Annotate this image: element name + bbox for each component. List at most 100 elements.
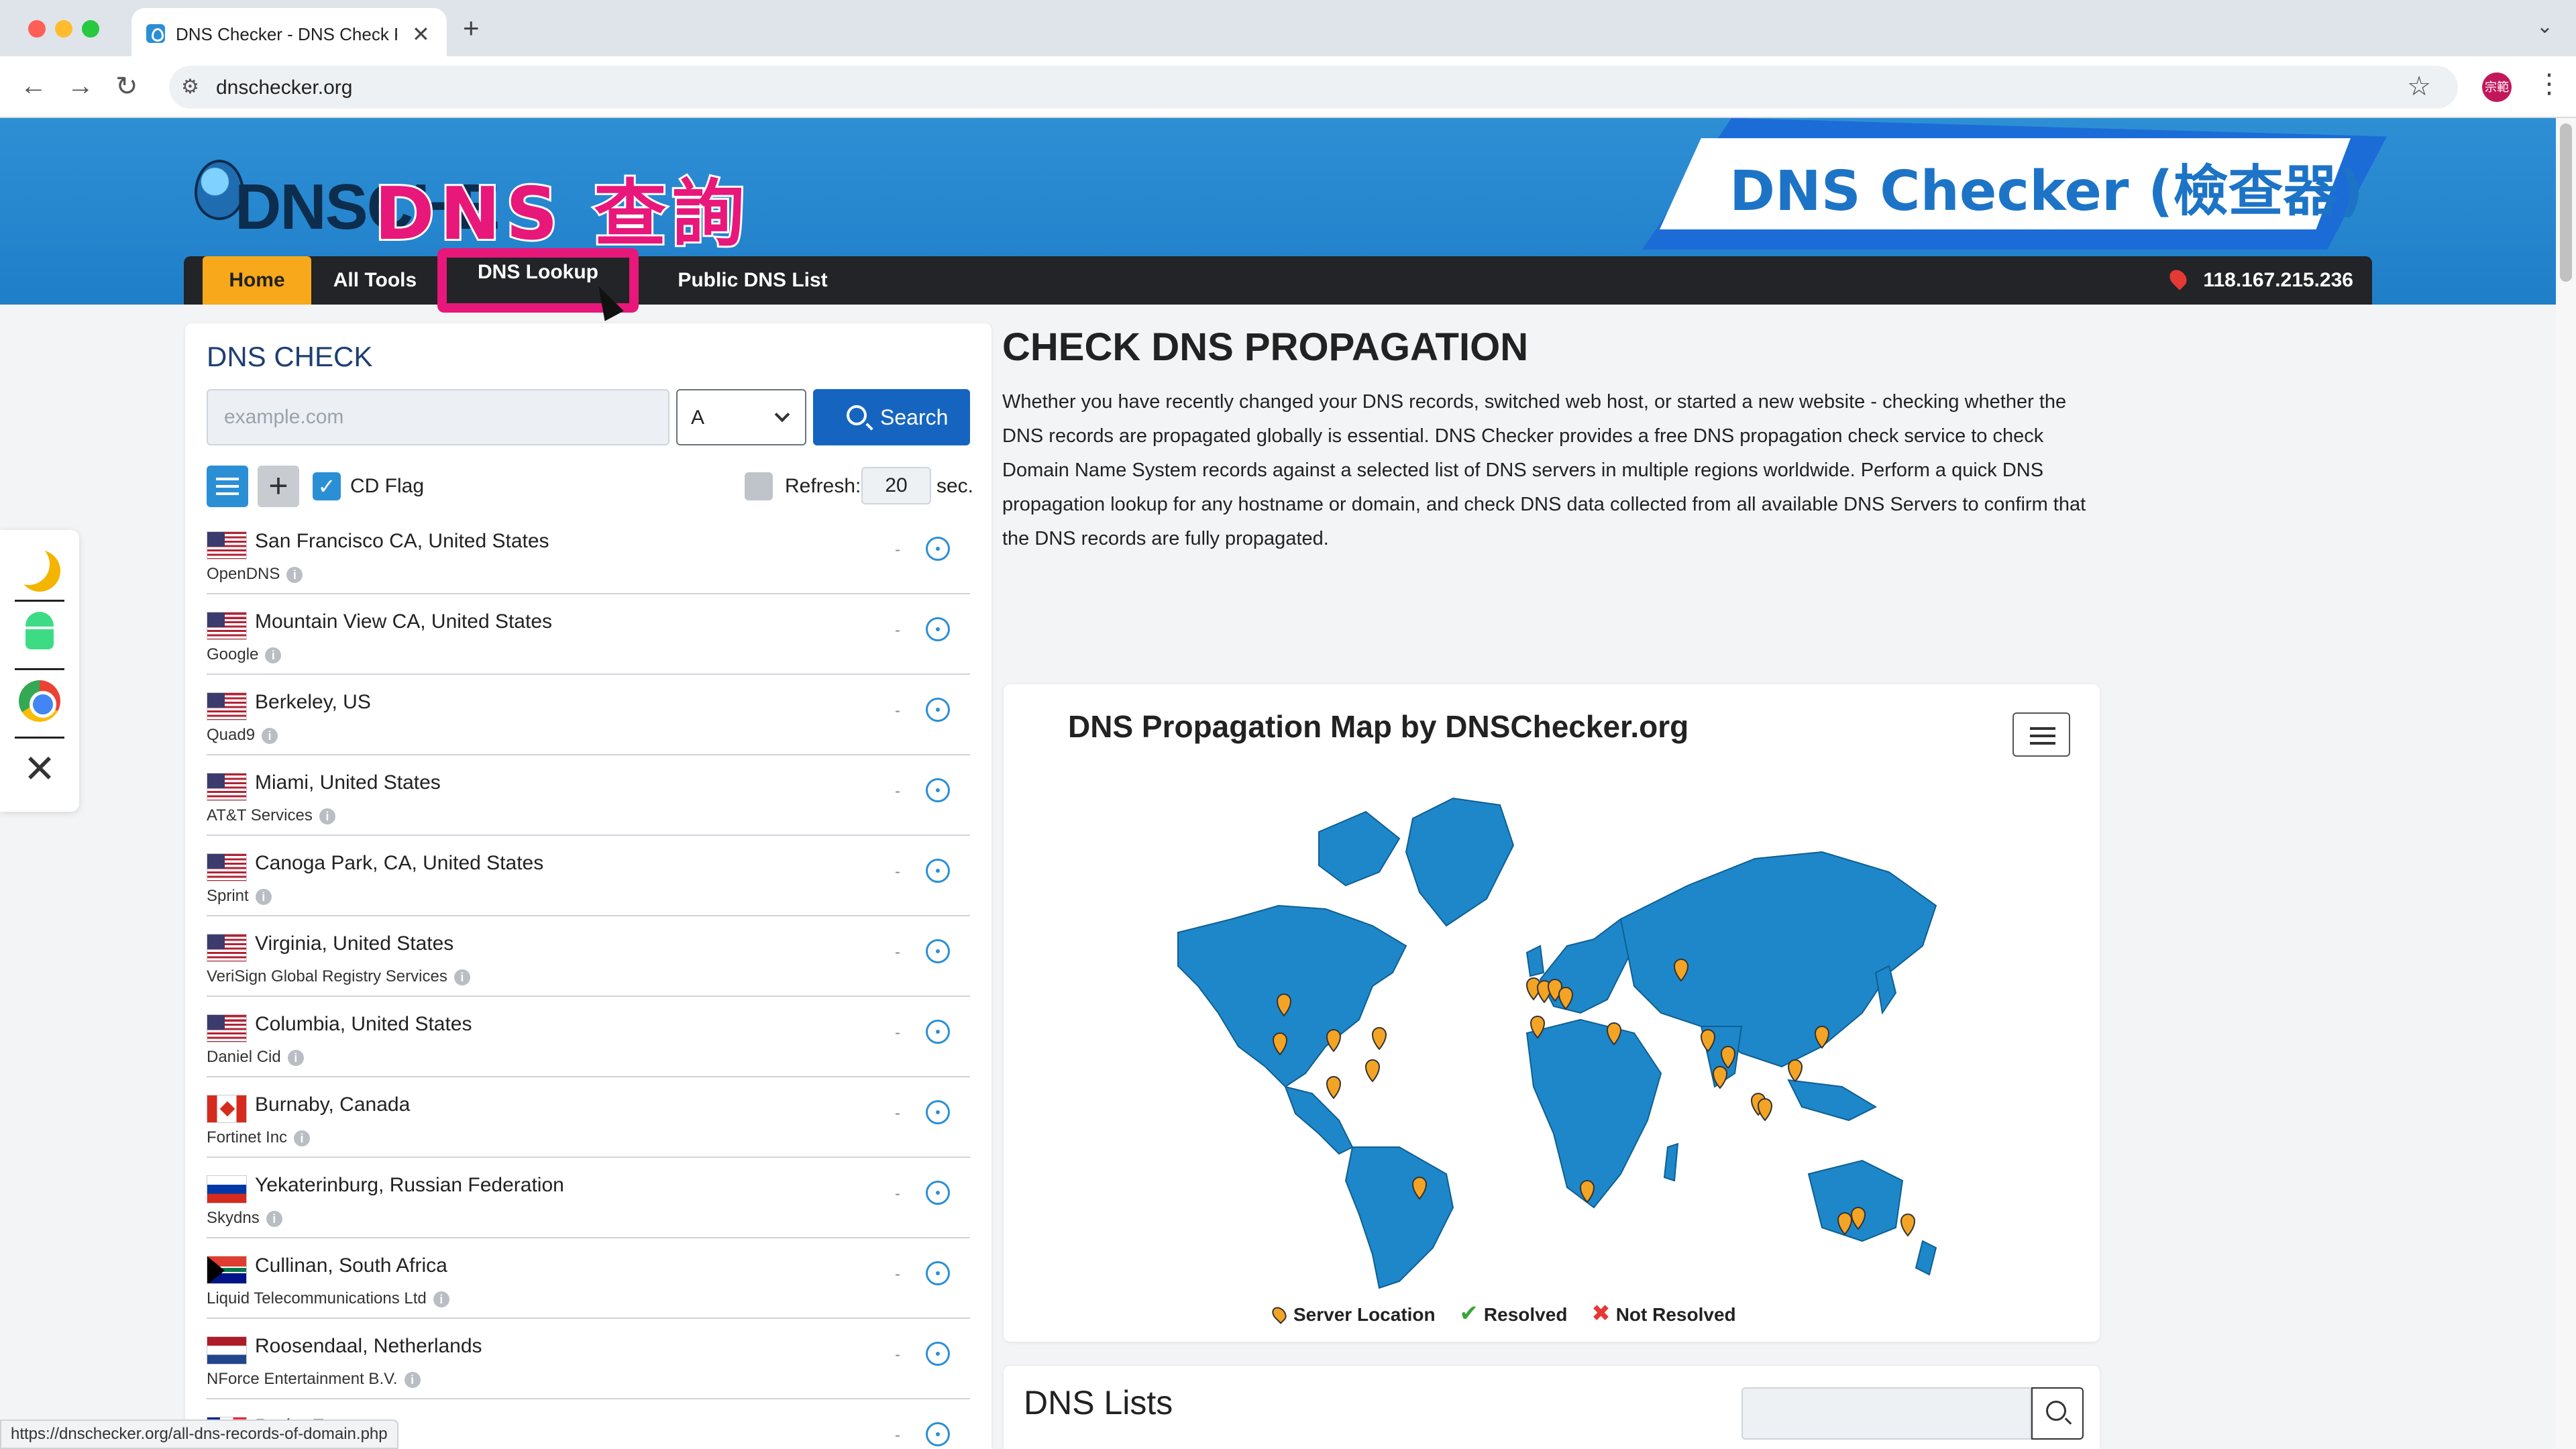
domain-input[interactable] — [207, 389, 669, 445]
legend-resolved: ✔ Resolved — [1459, 1300, 1567, 1327]
server-location: San Francisco CA, United States — [255, 530, 549, 552]
server-result: - — [895, 782, 900, 800]
locate-target-icon[interactable] — [926, 617, 950, 641]
info-icon[interactable]: i — [433, 1291, 449, 1307]
info-icon[interactable]: i — [319, 808, 335, 824]
new-zealand — [1915, 1240, 1937, 1276]
refresh-checkbox[interactable] — [745, 472, 773, 500]
close-window-button[interactable] — [28, 20, 46, 38]
provider-name: OpenDNS — [207, 565, 280, 583]
locate-target-icon[interactable] — [926, 1422, 950, 1446]
minimize-window-button[interactable] — [55, 20, 72, 38]
locate-target-icon[interactable] — [926, 1342, 950, 1366]
record-type-select[interactable]: A — [676, 389, 806, 445]
server-list: San Francisco CA, United States OpenDNS i -… — [207, 514, 970, 1449]
moon-icon[interactable] — [19, 550, 60, 592]
refresh-interval-input[interactable] — [861, 467, 931, 504]
info-icon[interactable]: i — [262, 728, 278, 744]
page-scrollbar[interactable] — [2556, 118, 2576, 1449]
visitor-ip: 118.167.215.236 — [2166, 256, 2353, 305]
flag-us-icon — [207, 612, 247, 640]
server-row: Roosendaal, Netherlands NForce Entertainm… — [207, 1319, 970, 1399]
locate-target-icon[interactable] — [926, 939, 950, 963]
locate-target-icon[interactable] — [926, 1100, 950, 1124]
info-icon[interactable]: i — [453, 969, 470, 985]
reload-icon[interactable]: ↻ — [115, 71, 138, 102]
info-icon[interactable]: i — [294, 1130, 311, 1146]
server-row: Columbia, United States Daniel Cid i - — [207, 997, 970, 1077]
server-provider: VeriSign Global Registry Services i — [207, 967, 470, 986]
server-location: Cullinan, South Africa — [255, 1254, 447, 1277]
nav-all-tools[interactable]: All Tools — [325, 256, 425, 305]
info-icon[interactable]: i — [266, 1211, 282, 1227]
map-menu-button[interactable] — [2012, 712, 2070, 757]
scrollbar-thumb[interactable] — [2560, 123, 2572, 282]
cd-flag-checkbox[interactable]: ✓ — [313, 472, 341, 500]
dns-lists-search-button[interactable] — [2031, 1387, 2084, 1440]
locate-target-icon[interactable] — [926, 698, 950, 722]
browser-menu-icon[interactable]: ⋮ — [2536, 68, 2563, 99]
dnschecker-favicon-icon — [146, 24, 165, 43]
tab-list-chevron-icon[interactable]: ⌄ — [2536, 15, 2553, 38]
locate-target-icon[interactable] — [926, 778, 950, 802]
back-arrow-icon[interactable]: ← — [20, 71, 47, 101]
address-bar[interactable]: ⚙ dnschecker.org ☆ — [169, 66, 2458, 109]
locate-target-icon[interactable] — [926, 1181, 950, 1205]
server-row: Miami, United States AT&T Services i - — [207, 755, 970, 836]
dns-lists-search-input[interactable] — [1741, 1387, 2031, 1440]
browser-tab-active[interactable]: DNS Checker - DNS Check Pr ✕ — [131, 8, 447, 56]
info-icon[interactable]: i — [287, 1050, 304, 1066]
legend-not-resolved: ✖ Not Resolved — [1591, 1300, 1735, 1327]
forward-arrow-icon[interactable]: → — [67, 71, 94, 101]
server-location: Columbia, United States — [255, 1013, 472, 1035]
profile-avatar[interactable]: 宗範 — [2482, 72, 2512, 102]
flag-za-icon — [207, 1256, 247, 1284]
tools-icon[interactable]: ✕ — [19, 749, 60, 790]
chrome-icon[interactable] — [19, 680, 60, 722]
info-icon[interactable]: i — [255, 889, 272, 905]
server-result: - — [895, 1426, 900, 1444]
australia — [1807, 1159, 1904, 1242]
server-location: Miami, United States — [255, 771, 441, 794]
server-pin — [1900, 1214, 1916, 1237]
nav-home[interactable]: Home — [203, 256, 311, 305]
settings-sliders-button[interactable] — [207, 466, 248, 507]
info-icon[interactable]: i — [404, 1372, 421, 1388]
provider-name: Fortinet Inc — [207, 1128, 288, 1146]
cross-icon: ✖ — [1591, 1301, 1611, 1326]
brand-banner: DNS Checker (檢查器) — [1642, 118, 2387, 250]
dns-lists-card: DNS Lists — [1004, 1366, 2100, 1449]
android-body — [25, 629, 54, 649]
legend-resolved-label: Resolved — [1483, 1304, 1568, 1325]
tab-title: DNS Checker - DNS Check Pr — [176, 24, 397, 44]
info-icon[interactable]: i — [265, 647, 282, 663]
server-provider: Skydns i — [207, 1209, 282, 1228]
search-button[interactable]: Search — [813, 389, 970, 445]
android-icon[interactable] — [19, 610, 60, 652]
server-pin — [1757, 1098, 1773, 1122]
status-bar-url: https://dnschecker.org/all-dns-records-o… — [0, 1419, 398, 1449]
server-location: Yekaterinburg, Russian Federation — [255, 1174, 564, 1196]
cd-flag-label: CD Flag — [350, 475, 425, 497]
add-server-button[interactable]: + — [258, 466, 299, 507]
locate-target-icon[interactable] — [926, 859, 950, 883]
tab-close-icon[interactable]: ✕ — [412, 21, 430, 47]
map-title: DNS Propagation Map by DNSChecker.org — [1068, 709, 1689, 744]
locate-target-icon[interactable] — [926, 1261, 950, 1285]
locate-target-icon[interactable] — [926, 537, 950, 561]
southeast-asia — [1787, 1079, 1878, 1122]
address-url[interactable]: dnschecker.org — [216, 76, 352, 99]
japan — [1874, 965, 1897, 1015]
madagascar — [1663, 1142, 1679, 1182]
nav-public-dns-list[interactable]: Public DNS List — [645, 256, 860, 305]
flag-us-icon — [207, 531, 247, 559]
new-tab-button[interactable]: + — [463, 12, 480, 44]
locate-target-icon[interactable] — [926, 1020, 950, 1044]
bookmark-star-icon[interactable]: ☆ — [2407, 71, 2431, 102]
server-row: San Francisco CA, United States OpenDNS i - — [207, 514, 970, 594]
info-icon[interactable]: i — [286, 567, 303, 583]
maximize-window-button[interactable] — [82, 20, 99, 38]
site-settings-icon[interactable]: ⚙ — [181, 75, 199, 99]
server-result: - — [895, 1346, 900, 1364]
slider-line — [216, 478, 239, 480]
